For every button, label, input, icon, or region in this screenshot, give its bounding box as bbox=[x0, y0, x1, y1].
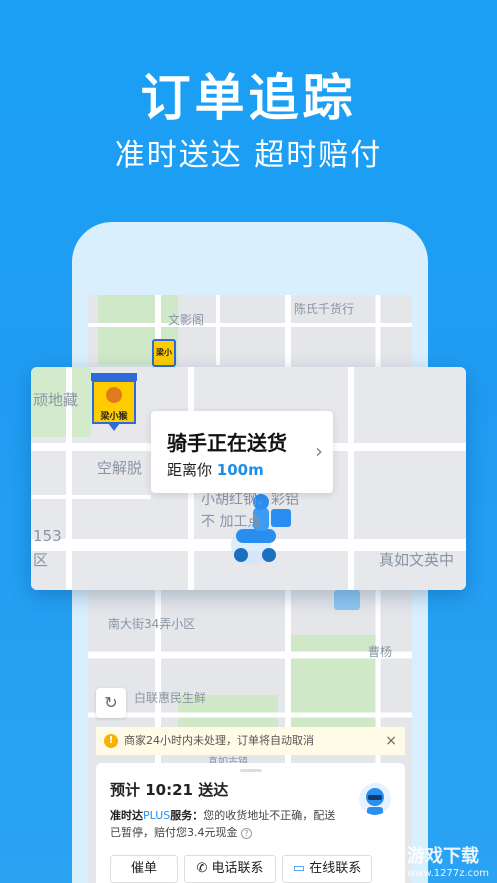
eta-text: 预计 10:21 送达 bbox=[110, 781, 229, 799]
shop-marker-name: 梁小猴 bbox=[100, 412, 128, 422]
chevron-right-icon: › bbox=[315, 439, 323, 463]
map-label-chenshi: 陈氏千货行 bbox=[294, 302, 355, 316]
distance-value: 100m bbox=[216, 461, 264, 479]
site-watermark: 游戏下载 www.1277z.com bbox=[406, 846, 489, 879]
shop-icon bbox=[91, 373, 137, 431]
chat-button[interactable]: ▭ 在线联系 bbox=[282, 855, 372, 883]
rider-distance: 距离你 100m bbox=[167, 461, 264, 479]
shop-marker[interactable]: 梁小猴 bbox=[91, 373, 137, 431]
cancel-notice: ! 商家24小时内未处理，订单将自动取消 × bbox=[96, 727, 405, 755]
rider-status-popup[interactable]: 顽地藏 空解脱 小胡红钢、彩铝 不 加工点 153 区 真如文英中 梁小猴 骑手… bbox=[31, 367, 466, 590]
popup-label-qu: 区 bbox=[33, 551, 49, 569]
warning-icon: ! bbox=[104, 734, 118, 748]
rider-avatar[interactable] bbox=[359, 783, 391, 815]
urge-order-button[interactable]: 催单 bbox=[110, 855, 178, 883]
phone-icon: ✆ bbox=[196, 861, 208, 876]
service-info: 准时达PLUS服务：您的收货地址不正确，配送已暂停，赔付您3.4元现金 ? bbox=[110, 807, 340, 841]
order-card: 预计 10:21 送达 准时达PLUS服务：您的收货地址不正确，配送已暂停，赔付… bbox=[96, 763, 405, 883]
hero-subtitle: 准时送达 超时赔付 bbox=[114, 138, 383, 173]
service-plus: PLUS bbox=[143, 809, 171, 822]
popup-label-153: 153 bbox=[33, 527, 62, 545]
drag-handle[interactable] bbox=[240, 769, 262, 772]
rider-status-title: 骑手正在送货 bbox=[167, 431, 287, 455]
map-label-caoyang: 曹杨 bbox=[368, 645, 393, 659]
help-icon[interactable]: ? bbox=[241, 828, 252, 839]
service-label: 服务： bbox=[170, 809, 204, 822]
call-button[interactable]: ✆ 电话联系 bbox=[184, 855, 276, 883]
rider-status-box[interactable]: 骑手正在送货 距离你 100m › bbox=[151, 411, 333, 493]
popup-label-shop2: 不 加工点 bbox=[201, 514, 262, 530]
map-label-wenying: 文影阁 bbox=[168, 313, 205, 327]
shop-marker-small[interactable]: 梁小猴 bbox=[152, 339, 176, 381]
notice-close-button[interactable]: × bbox=[385, 727, 397, 755]
popup-label-zhenru: 真如文英中 bbox=[379, 551, 455, 569]
map-label-bailian: 白联惠民生鲜 bbox=[134, 691, 207, 705]
service-brand: 准时达 bbox=[110, 809, 143, 822]
notice-text: 商家24小时内未处理，订单将自动取消 bbox=[124, 734, 314, 747]
refresh-button[interactable]: ↻ bbox=[96, 688, 126, 718]
chat-icon: ▭ bbox=[292, 861, 306, 876]
popup-label-kongjie: 空解脱 bbox=[97, 459, 143, 477]
popup-label-gudi: 顽地藏 bbox=[33, 391, 79, 409]
hero-title: 订单追踪 bbox=[140, 69, 357, 127]
map-label-nandajie: 南大街34弄小区 bbox=[108, 617, 196, 631]
rider-helmet-icon bbox=[366, 788, 384, 815]
refresh-icon: ↻ bbox=[104, 693, 118, 712]
destination-pin[interactable] bbox=[334, 590, 360, 610]
